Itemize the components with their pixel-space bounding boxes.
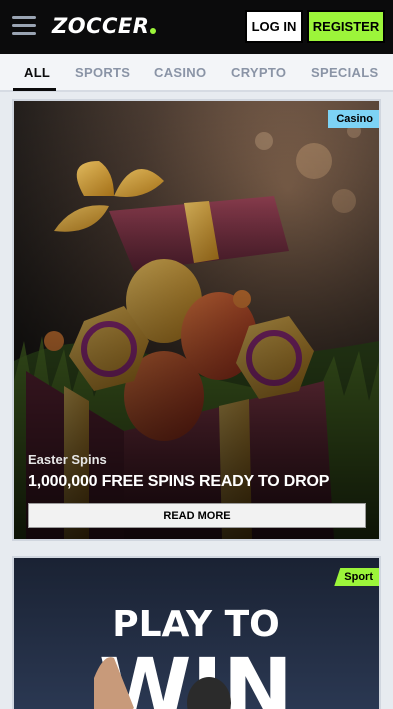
tab-specials[interactable]: SPECIALS [311, 65, 378, 80]
logo-dot [150, 27, 157, 34]
promo-card-easter-spins[interactable]: Casino Easter Spins 1,000,000 FREE SPINS… [12, 99, 381, 541]
art-text-play-to: PLAY TO [112, 604, 280, 645]
promo-card-play-to-win[interactable]: PLAY TO WIN Sport [12, 556, 381, 709]
hamburger-menu-icon[interactable] [12, 16, 36, 36]
category-badge-sport: Sport [334, 568, 379, 586]
tab-casino[interactable]: CASINO [154, 65, 206, 80]
active-tab-indicator [13, 88, 56, 91]
read-more-button[interactable]: READ MORE [28, 503, 366, 528]
tab-all[interactable]: ALL [24, 65, 50, 80]
zoccer-logo[interactable]: ZOCCER [52, 13, 157, 39]
login-button[interactable]: LOG IN [245, 10, 303, 43]
play-to-win-image: PLAY TO WIN [14, 558, 379, 709]
promo-tabs: ALL SPORTS CASINO CRYPTO SPECIALS [0, 54, 393, 92]
tab-crypto[interactable]: CRYPTO [231, 65, 286, 80]
top-header: ZOCCER LOG IN REGISTER [0, 0, 393, 54]
register-button[interactable]: REGISTER [307, 10, 385, 43]
category-badge-casino: Casino [328, 110, 379, 128]
tab-sports[interactable]: SPORTS [75, 65, 130, 80]
logo-text: ZOCCER [52, 14, 150, 38]
promo-title: 1,000,000 FREE SPINS READY TO DROP [28, 473, 330, 490]
promo-label: Easter Spins [28, 452, 107, 467]
